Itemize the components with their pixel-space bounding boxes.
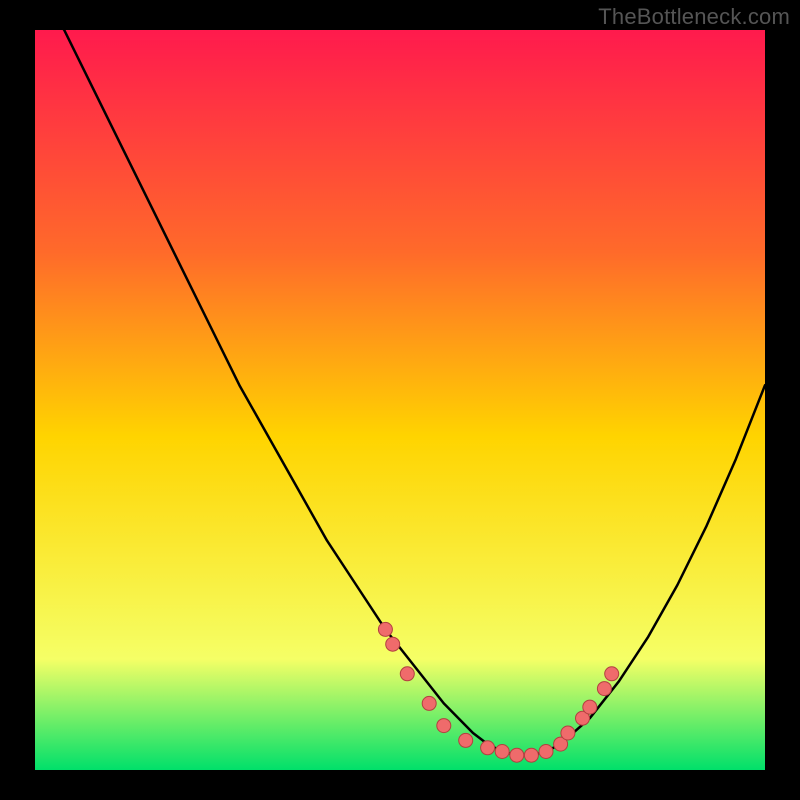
- highlight-dot: [539, 745, 553, 759]
- chart-frame: TheBottleneck.com: [0, 0, 800, 800]
- highlight-dot: [437, 719, 451, 733]
- watermark-text: TheBottleneck.com: [598, 4, 790, 30]
- highlight-dot: [481, 741, 495, 755]
- highlight-dot: [524, 748, 538, 762]
- highlight-dot: [510, 748, 524, 762]
- highlight-dot: [597, 682, 611, 696]
- highlight-dot: [605, 667, 619, 681]
- highlight-dot: [561, 726, 575, 740]
- gradient-panel: [35, 30, 765, 770]
- highlight-dot: [422, 696, 436, 710]
- chart-svg: [35, 30, 765, 770]
- highlight-dot: [495, 745, 509, 759]
- highlight-dot: [400, 667, 414, 681]
- plot-area: [35, 30, 765, 770]
- highlight-dot: [583, 700, 597, 714]
- highlight-dot: [386, 637, 400, 651]
- highlight-dot: [378, 622, 392, 636]
- highlight-dot: [459, 733, 473, 747]
